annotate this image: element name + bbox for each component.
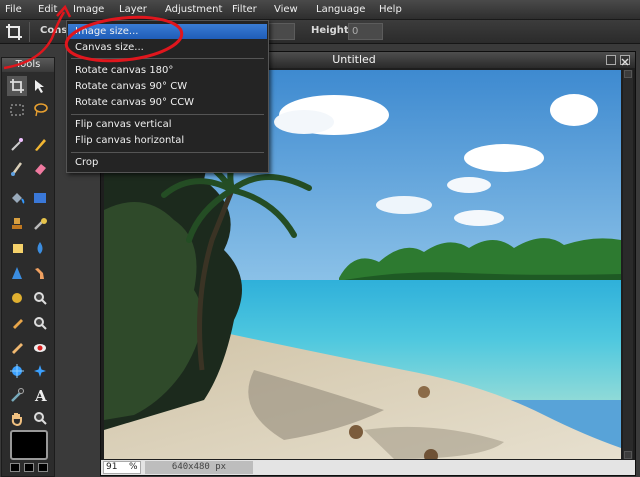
pencil-icon[interactable] [30,134,50,154]
magic-wand-icon[interactable] [7,134,27,154]
menu-adjustment[interactable]: Adjustment [165,0,222,20]
menu-image-size[interactable]: Image size... [68,24,267,39]
active-crop-tool-button[interactable] [4,22,30,42]
menu-file[interactable]: File [5,0,22,20]
tools-panel-title: Tools [2,58,54,72]
close-icon[interactable] [620,55,630,66]
color-picker-icon[interactable] [7,385,27,405]
menu-edit[interactable]: Edit [38,0,57,20]
gradient-icon[interactable] [30,188,50,208]
zoom-icon[interactable] [30,313,50,333]
image-dimensions: 640x480 px [145,461,253,474]
menu-help[interactable]: Help [379,0,402,20]
width-field[interactable] [267,23,295,40]
maximize-icon[interactable] [606,55,616,65]
menu-image[interactable]: Image [73,0,104,20]
menu-layer[interactable]: Layer [119,0,147,20]
paint-bucket-icon[interactable] [7,188,27,208]
scroll-up-button[interactable] [624,70,632,78]
color-replace-icon[interactable] [30,214,50,234]
dodge-icon[interactable] [30,288,50,308]
primary-color-swatch[interactable] [10,430,48,460]
crop-icon [6,24,22,40]
spot-heal-icon[interactable] [7,338,27,358]
image-menu-dropdown: Image size... Canvas size... Rotate canv… [66,20,269,173]
menu-rotate-90-cw[interactable]: Rotate canvas 90° CW [68,79,267,94]
svg-text:A: A [34,387,47,403]
red-eye-icon[interactable] [30,338,50,358]
sharpen-icon[interactable] [7,263,27,283]
brush-icon[interactable] [7,158,27,178]
menu-separator [71,114,264,115]
bloat-icon[interactable] [7,361,27,381]
menu-crop[interactable]: Crop [68,155,267,170]
smudge-icon[interactable] [30,263,50,283]
clone-stamp-icon[interactable] [7,214,27,234]
lasso-icon[interactable] [30,100,50,120]
menu-separator [71,152,264,153]
crop-icon[interactable] [7,76,27,96]
default-colors-button[interactable] [10,463,20,472]
menu-separator [71,58,264,59]
vertical-scrollbar[interactable] [623,70,633,459]
menu-flip-horizontal[interactable]: Flip canvas horizontal [68,133,267,148]
marquee-icon[interactable] [7,100,27,120]
menu-view[interactable]: View [274,0,298,20]
swap-colors-button[interactable] [24,463,34,472]
hand-icon[interactable] [7,408,27,428]
zoom-icon[interactable] [30,408,50,428]
pinch-icon[interactable] [30,361,50,381]
menu-canvas-size[interactable]: Canvas size... [68,40,267,55]
menu-rotate-180[interactable]: Rotate canvas 180° [68,63,267,78]
scroll-down-button[interactable] [624,451,632,459]
height-field[interactable]: 0 [348,23,383,40]
type-icon[interactable]: A [30,385,50,405]
burn-icon[interactable] [7,313,27,333]
document-statusbar: 91 % 640x480 px [101,460,635,475]
menu-language[interactable]: Language [316,0,365,20]
draw-shape-icon[interactable] [7,238,27,258]
blur-icon[interactable] [30,238,50,258]
height-label: Height: [311,25,353,36]
mask-mode-button[interactable] [38,463,48,472]
menubar: File Edit Image Layer Adjustment Filter … [0,0,640,20]
menu-filter[interactable]: Filter [232,0,257,20]
eraser-icon[interactable] [30,158,50,178]
tools-panel: Tools A [1,57,55,477]
menu-rotate-90-ccw[interactable]: Rotate canvas 90° CCW [68,95,267,110]
sponge-icon[interactable] [7,288,27,308]
move-icon[interactable] [30,76,50,96]
zoom-unit: % [129,462,138,472]
menu-flip-vertical[interactable]: Flip canvas vertical [68,117,267,132]
constrain-label: Cons [40,25,68,36]
